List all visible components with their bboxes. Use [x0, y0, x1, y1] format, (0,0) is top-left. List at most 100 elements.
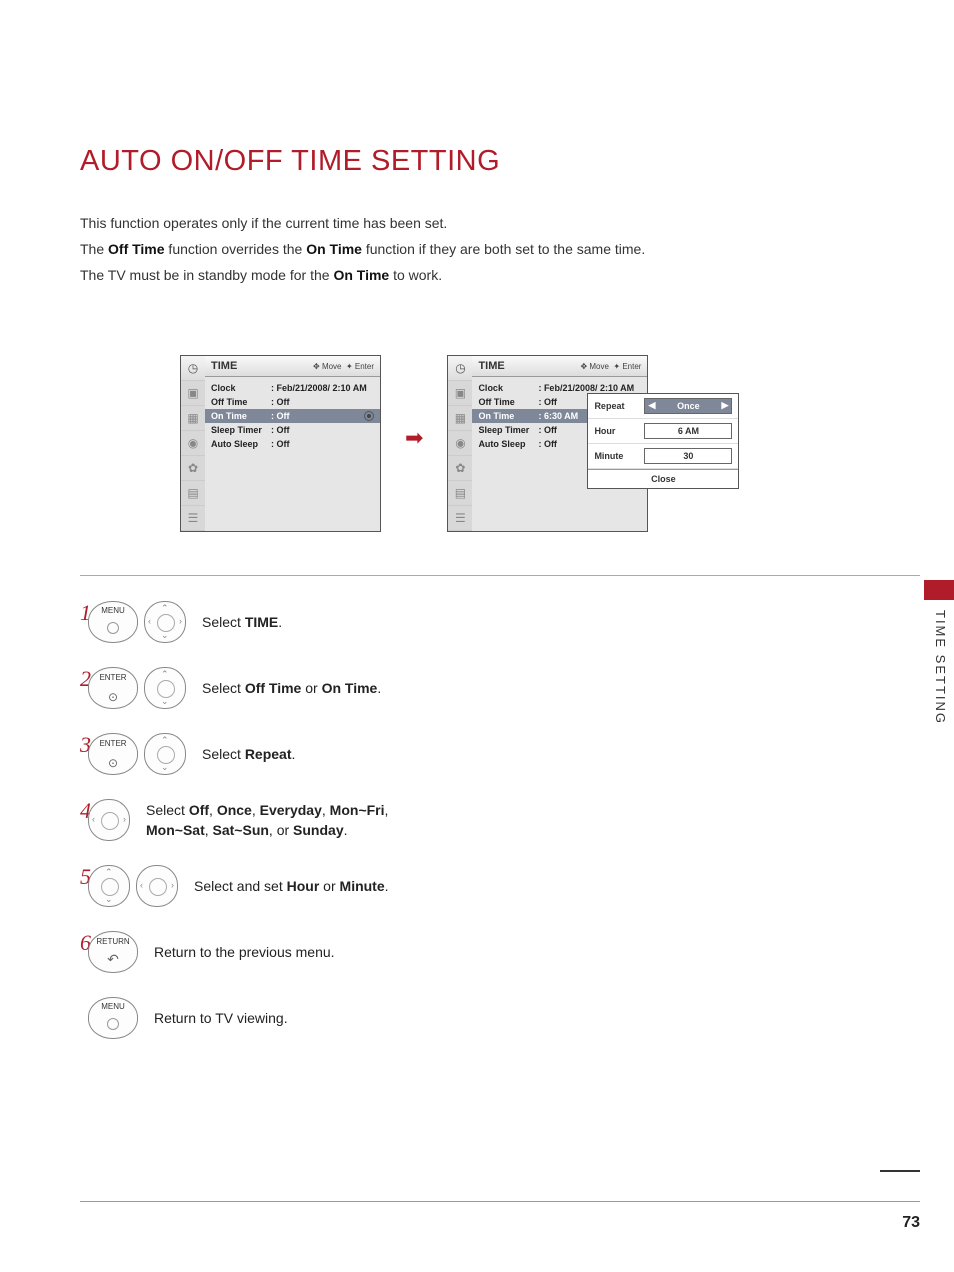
enter-button: ENTER — [88, 733, 138, 775]
menu-button: MENU — [88, 997, 138, 1039]
sidebar-icon: ▣ — [181, 381, 205, 406]
t: Auto Sleep — [211, 439, 271, 449]
t: Feb/21/2008/ 2:10 AM — [538, 383, 641, 393]
dpad-icon: ⌃⌄‹› — [144, 601, 186, 643]
step-2: 2 ENTER ⌃⌄‹› Select Off Time or On Time. — [80, 666, 640, 710]
osd-row: Auto SleepOff — [205, 437, 380, 451]
dpad-vertical-icon: ⌃⌄‹› — [144, 667, 186, 709]
t: Minute — [340, 878, 385, 894]
t: Off — [189, 802, 209, 818]
clock-icon: ◷ — [448, 356, 472, 381]
divider — [880, 1170, 920, 1172]
dpad-horizontal-icon: ⌃⌄‹› — [88, 799, 130, 841]
osd-sidebar: ◷ ▣ ▦ ◉ ✿ ▤ ☰ — [181, 356, 205, 531]
osd-area: ◷ ▣ ▦ ◉ ✿ ▤ ☰ TIME ✥ Move ✦ Enter ClockF… — [180, 355, 648, 532]
osd-row: Sleep TimerOff — [205, 423, 380, 437]
step-4: 4 ⌃⌄‹› Select Off, Once, Everyday, Mon~F… — [80, 798, 640, 842]
t: Off — [271, 439, 374, 449]
sidebar-icon: ▦ — [448, 406, 472, 431]
osd-header: TIME ✥ Move ✦ Enter — [205, 356, 380, 377]
t: Sleep Timer — [478, 425, 538, 435]
t: Off Time — [478, 397, 538, 407]
t: Clock — [211, 383, 271, 393]
t: . — [292, 746, 296, 762]
t: On Time — [478, 411, 538, 421]
t: . — [278, 614, 282, 630]
return-button: RETURN — [88, 931, 138, 973]
radio-icon — [364, 411, 374, 421]
step-text: Return to TV viewing. — [154, 1008, 288, 1028]
step-5: 5 ⌃⌄‹› ⌃⌄‹› Select and set Hour or Minut… — [80, 864, 640, 908]
osd-row: ClockFeb/21/2008/ 2:10 AM — [205, 381, 380, 395]
t: , — [252, 802, 260, 818]
steps: 1 MENU ⌃⌄‹› Select TIME. 2 ENTER ⌃⌄‹› Se… — [80, 600, 640, 1062]
sidebar-icon: ▣ — [448, 381, 472, 406]
t: On Time — [322, 680, 378, 696]
t: ENTER — [89, 739, 137, 748]
sidebar-icon: ▦ — [181, 406, 205, 431]
popover-row: Repeat ◀Once▶ — [588, 394, 738, 419]
t: Hour — [287, 878, 320, 894]
osd-title: TIME — [211, 360, 237, 372]
t: Repeat — [594, 401, 644, 411]
t: Off Time — [245, 680, 302, 696]
time-popover: Repeat ◀Once▶ Hour 6 AM Minute 30 Close — [587, 393, 739, 489]
t: Sunday — [293, 822, 344, 838]
step-text: Select and set Hour or Minute. — [194, 876, 389, 896]
sidebar-icon: ☰ — [181, 506, 205, 531]
t: Select — [146, 802, 189, 818]
t: . — [344, 822, 348, 838]
step-text: Select TIME. — [202, 612, 282, 632]
arrow-right-icon: ➡ — [405, 425, 423, 451]
t: Off Time — [108, 241, 165, 257]
osd-hints: ✥ Move ✦ Enter — [313, 362, 374, 371]
osd-title: TIME — [478, 360, 504, 372]
osd-after-wrapper: ◷ ▣ ▦ ◉ ✿ ▤ ☰ TIME ✥ Move ✦ Enter ClockF… — [447, 355, 648, 532]
t: On Time — [211, 411, 271, 421]
t: Select — [202, 746, 245, 762]
intro-text: This function operates only if the curre… — [80, 210, 645, 288]
dot-icon — [107, 622, 119, 634]
t: Once — [677, 401, 700, 411]
t: Off — [271, 397, 374, 407]
t: RETURN — [89, 937, 137, 946]
t: TIME — [245, 614, 278, 630]
step-6: 6 RETURN Return to the previous menu. — [80, 930, 640, 974]
t: , — [205, 822, 213, 838]
t: , — [385, 802, 389, 818]
t: Off — [271, 425, 374, 435]
intro-line1: This function operates only if the curre… — [80, 215, 447, 231]
step-1: 1 MENU ⌃⌄‹› Select TIME. — [80, 600, 640, 644]
t: Clock — [478, 383, 538, 393]
dpad-vertical-icon: ⌃⌄‹› — [88, 865, 130, 907]
t: Repeat — [245, 746, 292, 762]
t: Move — [322, 362, 342, 371]
sidebar-icon: ◉ — [181, 431, 205, 456]
t: Minute — [594, 451, 644, 461]
sidebar-icon: ◉ — [448, 431, 472, 456]
popover-row: Hour 6 AM — [588, 419, 738, 444]
enter-button: ENTER — [88, 667, 138, 709]
osd-before: ◷ ▣ ▦ ◉ ✿ ▤ ☰ TIME ✥ Move ✦ Enter ClockF… — [180, 355, 381, 532]
t: , or — [269, 822, 293, 838]
sidebar-icon: ✿ — [181, 456, 205, 481]
step-text: Select Repeat. — [202, 744, 295, 764]
step-3: 3 ENTER ⌃⌄‹› Select Repeat. — [80, 732, 640, 776]
t: Once — [217, 802, 252, 818]
popover-row: Minute 30 — [588, 444, 738, 469]
step-text: Select Off Time or On Time. — [202, 678, 381, 698]
osd-sidebar: ◷ ▣ ▦ ◉ ✿ ▤ ☰ — [448, 356, 472, 531]
t: On Time — [306, 241, 362, 257]
t: Sat~Sun — [213, 822, 269, 838]
t: , — [322, 802, 330, 818]
dot-icon — [107, 1018, 119, 1030]
sidebar-icon: ▤ — [181, 481, 205, 506]
popover-close: Close — [588, 469, 738, 488]
t: Select and set — [194, 878, 287, 894]
clock-icon: ◷ — [181, 356, 205, 381]
divider — [80, 575, 920, 576]
t: Off — [271, 411, 364, 421]
t: . — [377, 680, 381, 696]
osd-hints: ✥ Move ✦ Enter — [580, 362, 641, 371]
step-7: MENU Return to TV viewing. — [80, 996, 640, 1040]
